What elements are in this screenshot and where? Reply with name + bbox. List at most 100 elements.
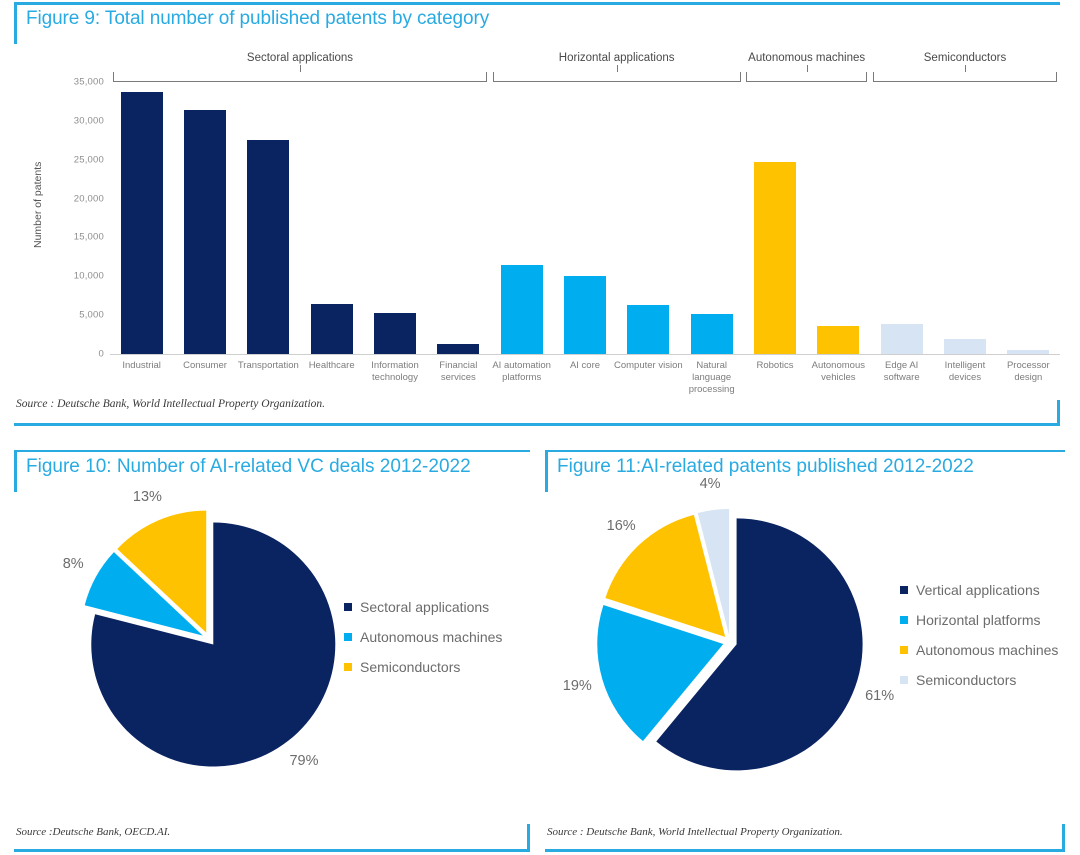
x-tick-label: Industrial <box>122 360 161 371</box>
legend-item[interactable]: Autonomous machines <box>900 642 1058 658</box>
legend-label: Semiconductors <box>360 659 461 675</box>
legend-swatch-icon <box>900 616 908 624</box>
bar <box>564 275 606 354</box>
panel-top-rule <box>545 450 1065 452</box>
bar <box>627 305 670 354</box>
legend-item[interactable]: Horizontal platforms <box>900 612 1058 628</box>
title-accent-bar <box>545 450 548 492</box>
figure-11-pie-chart: 61% 19% 16% 4% Vertical applications Horizont… <box>545 476 1065 814</box>
bar <box>880 324 923 354</box>
legend-swatch-icon <box>900 586 908 594</box>
x-tick-label: Financial services <box>439 360 478 383</box>
y-axis-ticks: 0 5,000 10,000 15,000 20,000 25,000 30,000 35,0… <box>52 77 104 360</box>
pie-svg <box>84 510 336 767</box>
legend-swatch-icon <box>344 633 352 641</box>
group-brackets: Sectoral applications Horizontal applicat… <box>14 50 1064 82</box>
x-axis-line <box>110 354 1060 355</box>
title-accent-bar <box>14 450 17 492</box>
panel-top-rule <box>14 2 1060 5</box>
x-tick-label: Processor design <box>1006 360 1050 383</box>
pie-svg <box>597 509 863 771</box>
legend-item[interactable]: Autonomous machines <box>344 629 502 645</box>
bar <box>754 162 796 354</box>
x-tick-label: Transportation <box>237 360 299 371</box>
panel-top-rule <box>14 450 530 452</box>
x-axis-labels: Industrial Consumer Transportation Healthca… <box>110 360 1060 400</box>
legend-label: Horizontal platforms <box>916 612 1041 628</box>
figure-9-title: Figure 9: Total number of published pate… <box>26 8 490 29</box>
group-bracket <box>492 65 741 82</box>
pie-legend: Sectoral applications Autonomous machines… <box>344 599 502 689</box>
bar-chart: Sectoral applications Horizontal applicat… <box>14 50 1064 395</box>
legend-label: Semiconductors <box>916 672 1017 688</box>
title-accent-bar <box>14 2 17 44</box>
panel-right-rule <box>1062 824 1065 852</box>
group-bracket-label: Semiconductors <box>923 52 1007 64</box>
x-tick-label: Autonomous vehicles <box>811 360 865 383</box>
x-tick-label: Computer vision <box>614 360 683 371</box>
figure-9-source: Source : Deutsche Bank, World Intellectu… <box>16 398 326 410</box>
x-tick-label: Edge AI software <box>883 360 920 383</box>
pie-value-label: 4% <box>699 476 721 493</box>
pie-value-label: 19% <box>562 678 592 695</box>
plot-area <box>110 82 1060 354</box>
legend-swatch-icon <box>344 603 352 611</box>
y-tick-label: 30,000 <box>73 115 104 127</box>
figure-11-panel: Figure 11:AI-related patents published 2… <box>545 450 1065 852</box>
y-axis-label: Number of patents <box>32 161 44 248</box>
x-tick-label: Consumer <box>183 360 227 371</box>
group-bracket-label: Horizontal applications <box>558 52 675 64</box>
figure-10-pie-chart: 79% 8% 13% Sectoral applications Autonomous … <box>14 489 530 814</box>
legend-label: Autonomous machines <box>360 629 503 645</box>
y-tick-label: 25,000 <box>73 154 104 166</box>
figure-11-source: Source : Deutsche Bank, World Intellectu… <box>547 826 843 838</box>
x-tick-label: AI automation platforms <box>492 360 551 383</box>
x-tick-label: Natural language processing <box>688 360 735 395</box>
group-bracket <box>746 65 868 82</box>
report-page: Figure 9: Total number of published pate… <box>0 0 1080 855</box>
figure-11-title: Figure 11:AI-related patents published 2… <box>557 456 974 477</box>
group-bracket <box>112 65 488 82</box>
x-tick-label: Robotics <box>756 360 794 371</box>
y-tick-label: 10,000 <box>73 270 104 282</box>
bar <box>247 139 290 354</box>
legend-item[interactable]: Sectoral applications <box>344 599 502 615</box>
bar <box>500 265 543 354</box>
panel-bottom-rule <box>14 423 1060 426</box>
legend-item[interactable]: Semiconductors <box>900 672 1058 688</box>
legend-label: Autonomous machines <box>916 642 1059 658</box>
y-tick-label: 35,000 <box>73 76 104 88</box>
figure-10-panel: Figure 10: Number of AI-related VC deals… <box>14 450 530 852</box>
group-bracket-label: Autonomous machines <box>748 52 866 64</box>
bar <box>310 303 353 354</box>
y-tick-label: 0 <box>98 348 104 360</box>
bar <box>817 326 860 354</box>
y-tick-label: 20,000 <box>73 193 104 205</box>
y-tick-label: 15,000 <box>73 231 104 243</box>
y-tick-label: 5,000 <box>79 309 104 321</box>
bar <box>944 339 986 354</box>
group-bracket-label: Sectoral applications <box>246 52 354 64</box>
group-bracket <box>872 65 1058 82</box>
pie-slice <box>91 522 336 767</box>
x-tick-label: AI core <box>569 360 601 371</box>
pie-legend: Vertical applications Horizontal platform… <box>900 582 1058 702</box>
figure-10-source: Source :Deutsche Bank, OECD.AI. <box>16 826 171 838</box>
bar <box>120 92 163 354</box>
bar <box>374 312 416 354</box>
bar <box>690 314 733 354</box>
x-tick-label: Intelligent devices <box>944 360 986 383</box>
legend-swatch-icon <box>900 646 908 654</box>
legend-swatch-icon <box>344 663 352 671</box>
figure-10-title: Figure 10: Number of AI-related VC deals… <box>26 456 471 477</box>
legend-item[interactable]: Semiconductors <box>344 659 502 675</box>
legend-label: Vertical applications <box>916 582 1040 598</box>
panel-bottom-rule <box>14 849 530 852</box>
bar <box>437 343 480 354</box>
x-tick-label: Information technology <box>371 360 419 383</box>
legend-item[interactable]: Vertical applications <box>900 582 1058 598</box>
legend-swatch-icon <box>900 676 908 684</box>
panel-bottom-rule <box>545 849 1065 852</box>
x-tick-label: Healthcare <box>308 360 355 371</box>
legend-label: Sectoral applications <box>360 599 490 615</box>
